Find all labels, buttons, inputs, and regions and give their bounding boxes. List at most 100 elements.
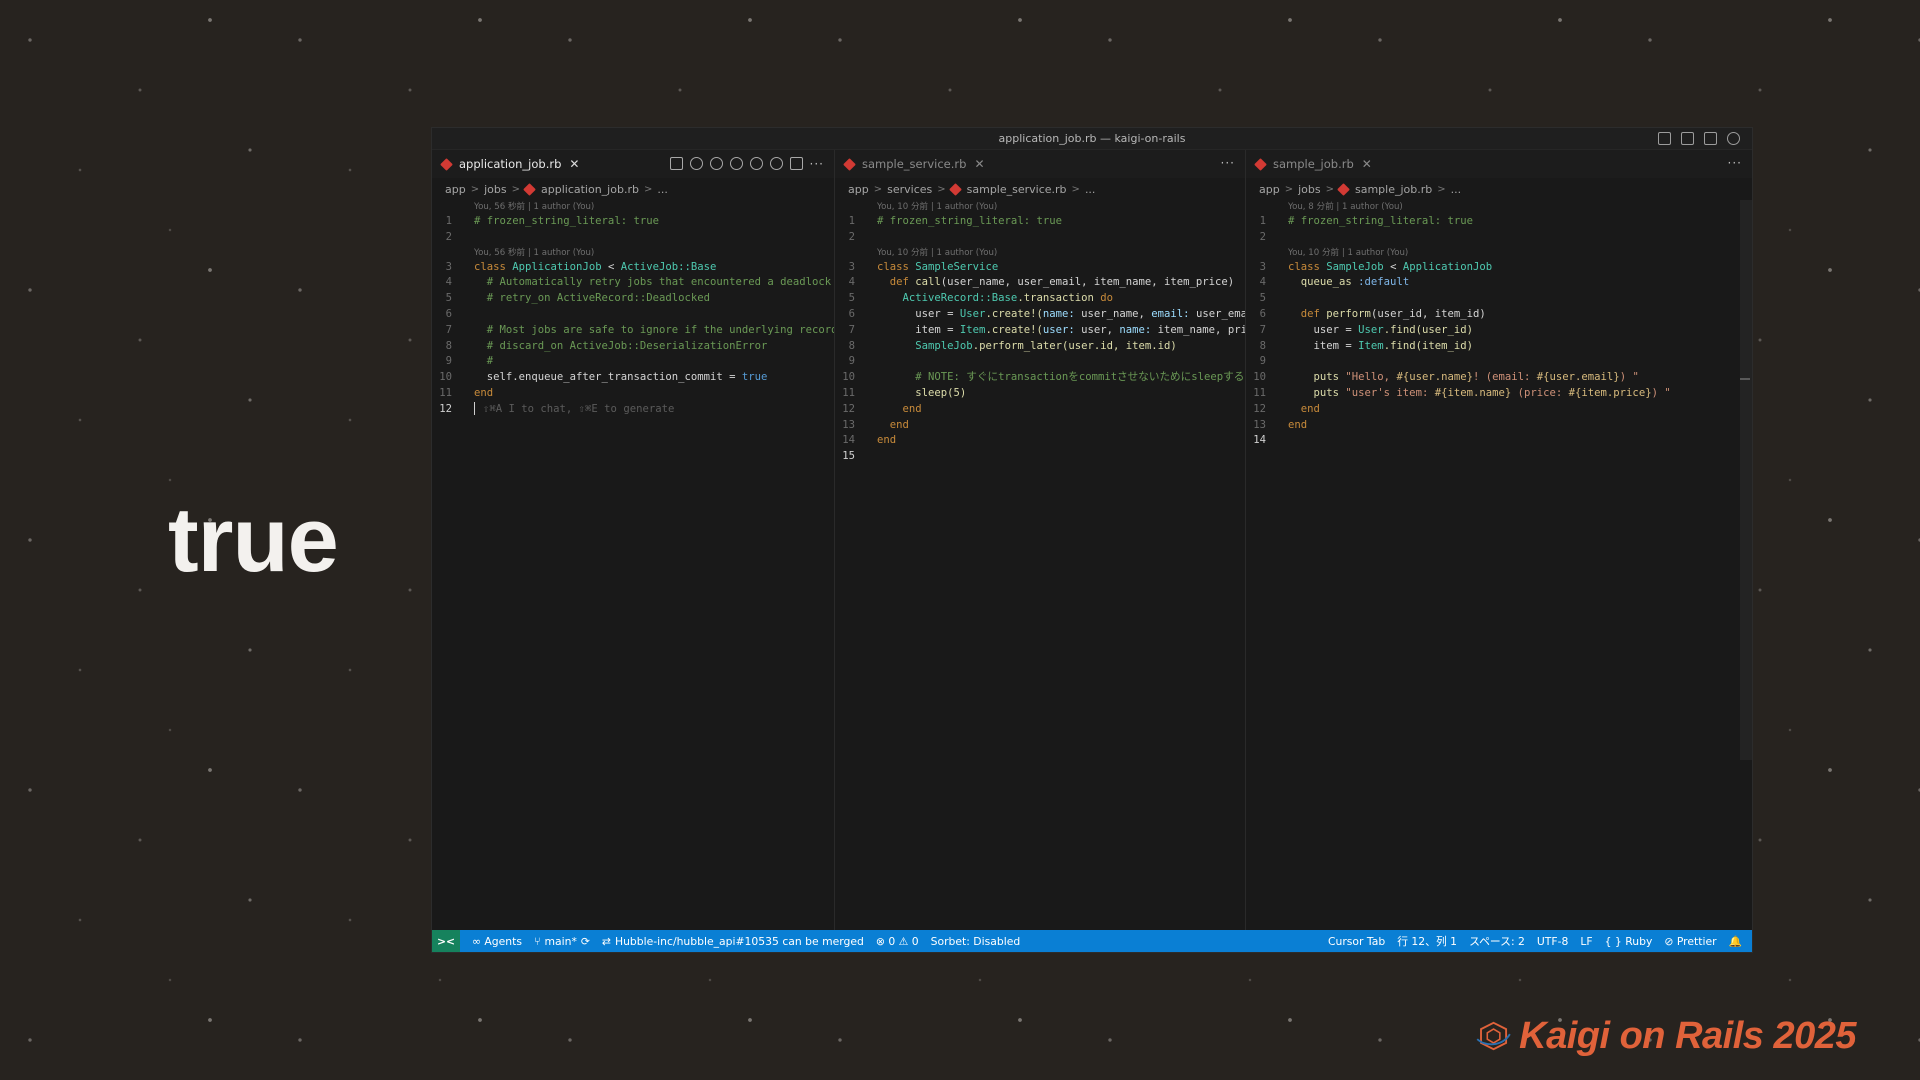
notification-bell-icon[interactable]: 🔔 — [1729, 935, 1742, 948]
revert-icon[interactable] — [709, 157, 723, 170]
close-icon[interactable]: ✕ — [569, 157, 579, 171]
blame-annotation: You, 56 秒前 | 1 author (You) — [474, 202, 595, 212]
breadcrumb-symbol[interactable]: ... — [1451, 183, 1462, 196]
code-token: item = — [877, 323, 960, 336]
status-language[interactable]: { } Ruby — [1605, 935, 1653, 948]
status-problems[interactable]: ⊗ 0 ⚠ 0 — [876, 935, 919, 948]
code-text: # retry_on ActiveRecord::Deadlocked — [474, 292, 710, 305]
remote-indicator[interactable]: >< — [432, 930, 460, 952]
breadcrumb-app[interactable]: app — [1259, 183, 1280, 196]
chevron-right-icon: > — [937, 183, 946, 195]
breadcrumb-jobs[interactable]: jobs — [484, 183, 507, 196]
breadcrumb-file[interactable]: sample_service.rb — [967, 183, 1067, 196]
code-editor[interactable]: You, 10 分前 | 1 author (You) 1 # frozen_st… — [835, 200, 1245, 465]
code-token: puts — [1288, 386, 1346, 399]
extensions-icon[interactable] — [1704, 132, 1717, 145]
breadcrumb-file[interactable]: application_job.rb — [541, 183, 639, 196]
code-editor[interactable]: You, 56 秒前 | 1 author (You) 1 # frozen_st… — [432, 200, 834, 418]
status-eol[interactable]: LF — [1580, 935, 1592, 948]
code-token: do — [1100, 292, 1114, 305]
code-editor[interactable]: You, 8 分前 | 1 author (You) 1 # frozen_str… — [1246, 200, 1752, 449]
toggle-sidebar-icon[interactable] — [1658, 132, 1671, 145]
code-text: user = User.create!(name: user_name, ema… — [877, 307, 1245, 323]
breadcrumb-services[interactable]: services — [887, 183, 932, 196]
next-change-icon[interactable] — [749, 157, 763, 170]
code-token: user = — [877, 307, 960, 320]
editor-pane-application-job: application_job.rb ✕ ··· app > jobs > ap… — [432, 150, 835, 930]
tab-label: application_job.rb — [459, 157, 562, 171]
more-actions-icon[interactable]: ··· — [1728, 157, 1742, 169]
tab-sample-job[interactable]: sample_job.rb ✕ — [1254, 157, 1372, 171]
status-indent[interactable]: スペース: 2 — [1469, 933, 1525, 949]
scroll-marker — [1740, 378, 1750, 380]
code-token: .find(user_id) — [1383, 323, 1473, 336]
status-encoding[interactable]: UTF-8 — [1537, 935, 1568, 948]
tab-application-job[interactable]: application_job.rb ✕ — [440, 157, 579, 171]
code-text: # frozen_string_literal: true — [474, 215, 659, 227]
breadcrumb: app > services > sample_service.rb > ... — [835, 178, 1245, 200]
status-position[interactable]: 行 12、列 1 — [1397, 933, 1457, 949]
kaigi-logo-icon — [1476, 1021, 1511, 1051]
code-line: 1 # frozen_string_literal: true — [1246, 214, 1752, 230]
code-text: end — [877, 402, 922, 415]
line-number: 7 — [445, 323, 452, 336]
code-text: end — [1288, 418, 1308, 431]
vertical-scrollbar[interactable] — [1740, 200, 1752, 760]
status-sorbet[interactable]: Sorbet: Disabled — [931, 935, 1021, 948]
code-token: user: — [1042, 323, 1075, 336]
breadcrumb-symbol[interactable]: ... — [657, 183, 668, 196]
line-number: 2 — [848, 230, 855, 243]
code-text: SampleJob.perform_later(user.id, item.id… — [877, 339, 1177, 355]
code-line: 2 — [432, 230, 834, 246]
line-number: 6 — [445, 307, 452, 320]
code-line: 7 # Most jobs are safe to ignore if the … — [432, 323, 834, 339]
chevron-right-icon: > — [643, 183, 653, 195]
code-token: ! (email: — [1472, 371, 1537, 384]
status-pr[interactable]: ⇄ Hubble-inc/hubble_api#10535 can be mer… — [602, 935, 864, 948]
breadcrumb-app[interactable]: app — [848, 183, 869, 196]
editor-pane-sample-service: sample_service.rb ✕ ··· app > services >… — [835, 150, 1246, 930]
code-token: user_name, — [1074, 307, 1152, 320]
toggle-panel-icon[interactable] — [1681, 132, 1694, 145]
breadcrumb-app[interactable]: app — [445, 183, 466, 196]
code-text: # — [474, 355, 494, 368]
line-number: 5 — [1259, 292, 1266, 305]
code-token: SampleService — [915, 260, 999, 273]
code-text: end — [1288, 402, 1320, 415]
code-token: .transaction — [1017, 292, 1101, 305]
ruby-file-icon — [1254, 157, 1267, 171]
status-prettier[interactable]: ⊘ Prettier — [1664, 935, 1716, 948]
compare-icon[interactable] — [669, 157, 683, 170]
gear-icon[interactable] — [1727, 132, 1740, 145]
more-actions-icon[interactable]: ··· — [1221, 157, 1235, 169]
breadcrumb-jobs[interactable]: jobs — [1298, 183, 1321, 196]
timeline-icon[interactable] — [689, 157, 703, 170]
code-token: User — [1358, 323, 1384, 336]
status-cursor-tab[interactable]: Cursor Tab — [1328, 935, 1385, 948]
code-line-current: 12 ⇧⌘A I to chat, ⇧⌘E to generate — [432, 402, 834, 418]
breadcrumb: app > jobs > sample_job.rb > ... — [1246, 178, 1752, 200]
breadcrumb-symbol[interactable]: ... — [1085, 183, 1096, 196]
blame-annotation: You, 56 秒前 | 1 author (You) — [474, 247, 595, 258]
close-icon[interactable]: ✕ — [974, 157, 984, 171]
code-token: #{item.price} — [1568, 386, 1652, 399]
split-editor-icon[interactable] — [789, 157, 803, 170]
code-line: 7 user = User.find(user_id) — [1246, 323, 1752, 339]
code-text: puts "user's item: #{item.name} (price: … — [1288, 386, 1671, 402]
breadcrumb-file[interactable]: sample_job.rb — [1355, 183, 1432, 196]
more-actions-icon[interactable]: ··· — [810, 158, 824, 170]
code-token: queue_as — [1288, 276, 1359, 289]
code-token: < — [601, 260, 621, 273]
git-graph-icon[interactable] — [769, 157, 783, 170]
close-icon[interactable]: ✕ — [1362, 157, 1372, 171]
tab-sample-service[interactable]: sample_service.rb ✕ — [843, 157, 985, 171]
code-text: end — [877, 434, 897, 447]
code-line: 8 # discard_on ActiveJob::Deserializatio… — [432, 339, 834, 355]
line-number: 14 — [1253, 434, 1266, 447]
previous-change-icon[interactable] — [729, 157, 743, 170]
status-agents[interactable]: ∞ Agents — [472, 935, 522, 948]
chevron-right-icon: > — [1325, 183, 1334, 195]
status-branch[interactable]: ⑂ main* ⟳ — [534, 935, 590, 948]
line-number: 10 — [1253, 371, 1266, 384]
line-number: 4 — [848, 276, 855, 289]
